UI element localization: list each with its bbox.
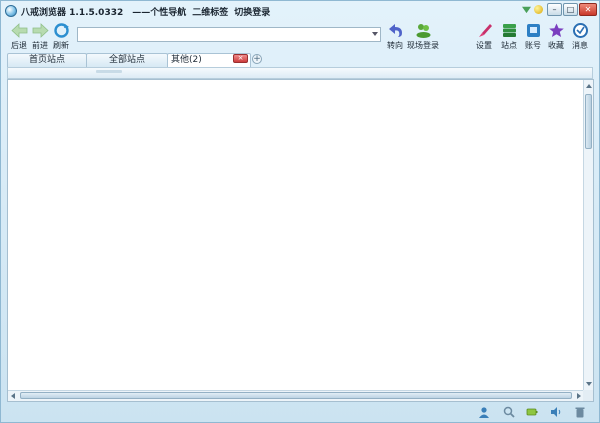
- settings-label: 设置: [476, 41, 492, 50]
- title-link-2d-tabs[interactable]: 二维标签: [192, 5, 228, 18]
- maximize-button[interactable]: □: [563, 3, 578, 16]
- tab-subbar: [7, 67, 593, 79]
- browser-window: 八戒浏览器 1.1.5.0332 ——个性导航 二维标签 切换登录 – □ ✕ …: [0, 0, 600, 423]
- settings-button[interactable]: 设置: [470, 23, 498, 51]
- people-icon: [416, 24, 430, 38]
- tab-close-button[interactable]: ×: [233, 54, 248, 63]
- star-icon: [548, 23, 564, 37]
- goto-label: 转向: [387, 41, 403, 50]
- account-card-icon: [526, 24, 540, 37]
- window-title: 八戒浏览器 1.1.5.0332: [21, 7, 124, 18]
- refresh-button[interactable]: 刷新: [47, 23, 75, 51]
- trash-icon[interactable]: [574, 406, 586, 418]
- tab-home-sites[interactable]: 首页站点: [7, 53, 87, 67]
- scene-login-label: 现场登录: [407, 41, 439, 50]
- horizontal-scroll-thumb[interactable]: [20, 392, 572, 399]
- refresh-label: 刷新: [53, 41, 69, 50]
- title-link-switch-login[interactable]: 切换登录: [234, 5, 270, 18]
- scroll-corner: [583, 390, 593, 401]
- volume-icon[interactable]: [550, 406, 562, 418]
- tab-all-sites[interactable]: 全部站点: [86, 53, 168, 67]
- title-bar[interactable]: 八戒浏览器 1.1.5.0332 ——个性导航 二维标签 切换登录 – □ ✕: [1, 1, 599, 21]
- scroll-down-icon[interactable]: [586, 382, 592, 386]
- messages-button[interactable]: 消息: [566, 23, 594, 51]
- goto-arrow-icon: [388, 24, 402, 37]
- battery-icon[interactable]: [526, 406, 538, 418]
- address-input[interactable]: [78, 28, 368, 41]
- back-arrow-icon: [10, 23, 27, 38]
- close-button[interactable]: ✕: [579, 3, 597, 16]
- vertical-scroll-thumb[interactable]: [585, 94, 592, 149]
- add-tab-button[interactable]: +: [252, 54, 262, 64]
- refresh-icon: [53, 23, 69, 38]
- stack-icon: [502, 24, 516, 37]
- brush-icon: [478, 24, 492, 37]
- dropdown-arrow-icon[interactable]: [522, 6, 531, 14]
- address-bar[interactable]: [77, 27, 381, 42]
- user-icon[interactable]: [478, 406, 490, 418]
- search-icon[interactable]: [503, 406, 515, 418]
- vertical-scrollbar[interactable]: [583, 80, 593, 390]
- minimize-button[interactable]: –: [547, 3, 562, 16]
- subbar-segment: [96, 70, 122, 73]
- app-logo-icon: [5, 5, 17, 17]
- scroll-right-icon[interactable]: [577, 393, 581, 399]
- tab-bar: 首页站点 全部站点 其他(2) × +: [1, 53, 599, 67]
- scene-login-button[interactable]: 现场登录: [407, 23, 439, 51]
- address-dropdown-icon[interactable]: [372, 32, 378, 36]
- title-link-personal-nav[interactable]: ——个性导航: [132, 5, 186, 18]
- scroll-up-icon[interactable]: [586, 84, 592, 88]
- message-icon: [572, 23, 588, 38]
- goto-button[interactable]: 转向: [381, 23, 409, 51]
- scroll-left-icon[interactable]: [11, 393, 15, 399]
- skin-icon[interactable]: [534, 5, 543, 14]
- status-bar: [1, 402, 599, 422]
- toolbar: 后退 前进 刷新 转向 现场登录 设置 站点 账号 收藏 消息: [1, 21, 599, 53]
- tab-other-label: 其他(2): [171, 55, 202, 65]
- forward-arrow-icon: [32, 23, 49, 38]
- page-content[interactable]: [7, 79, 594, 402]
- messages-label: 消息: [572, 41, 588, 50]
- horizontal-scrollbar[interactable]: [8, 390, 584, 401]
